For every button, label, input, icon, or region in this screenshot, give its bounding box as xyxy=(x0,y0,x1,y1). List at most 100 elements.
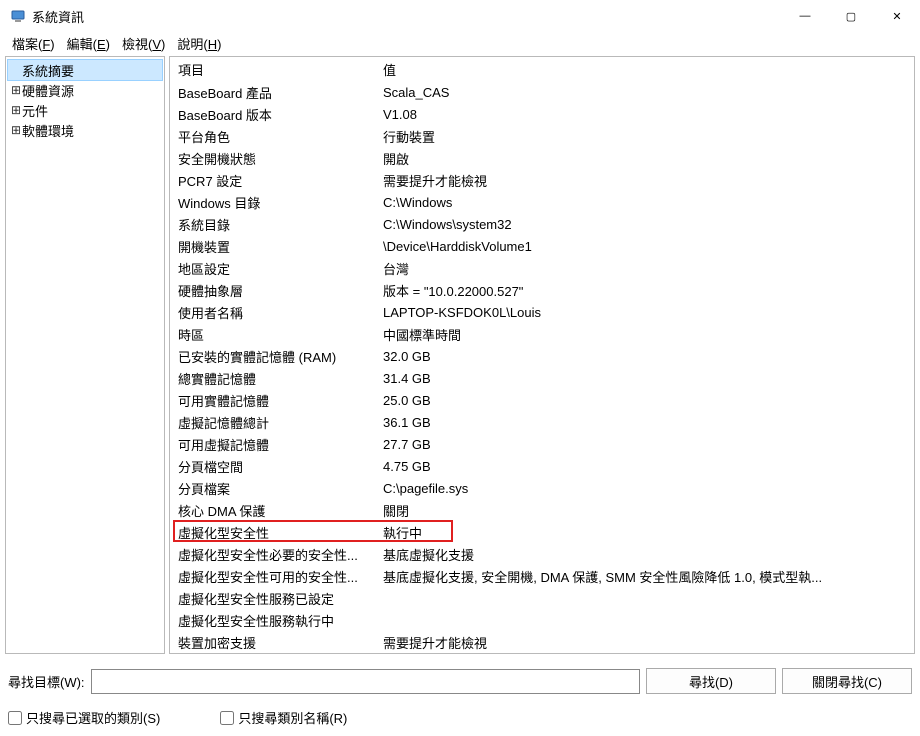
cell-item: 平台角色 xyxy=(170,125,375,148)
list-panel[interactable]: 項目 值 BaseBoard 產品Scala_CASBaseBoard 版本V1… xyxy=(169,56,915,654)
cell-value: 基底虛擬化支援 xyxy=(375,543,914,566)
cell-value: C:\Windows xyxy=(375,193,914,212)
chk-selected-only[interactable]: 只搜尋已選取的類別(S) xyxy=(8,708,160,727)
cell-item: BaseBoard 產品 xyxy=(170,81,375,104)
table-row[interactable]: 可用虛擬記憶體27.7 GB xyxy=(170,433,914,455)
table-row[interactable]: 已安裝的實體記憶體 (RAM)32.0 GB xyxy=(170,345,914,367)
cell-item: 安全開機狀態 xyxy=(170,147,375,170)
menubar: 檔案(F)編輯(E)檢視(V)說明(H) xyxy=(0,32,920,54)
chk-selected-only-box[interactable] xyxy=(8,711,22,725)
cell-item: 硬體抽象層 xyxy=(170,279,375,302)
table-row[interactable]: Windows 目錄C:\Windows xyxy=(170,191,914,213)
cell-value: C:\pagefile.sys xyxy=(375,479,914,498)
tree-item-label: 元件 xyxy=(22,101,48,120)
cell-item: Windows 目錄 xyxy=(170,191,375,214)
cell-value: 需要提升才能檢視 xyxy=(375,169,914,192)
minimize-button[interactable]: — xyxy=(782,0,828,32)
cell-item: 時區 xyxy=(170,323,375,346)
table-row[interactable]: 硬體抽象層版本 = "10.0.22000.527" xyxy=(170,279,914,301)
menu-f[interactable]: 檔案(F) xyxy=(6,33,61,54)
menu-e[interactable]: 編輯(E) xyxy=(61,33,116,54)
table-row[interactable]: 開機裝置\Device\HarddiskVolume1 xyxy=(170,235,914,257)
chk-category-names-box[interactable] xyxy=(220,711,234,725)
cell-value: LAPTOP-KSFDOK0L\Louis xyxy=(375,303,914,322)
tree-item[interactable]: ⊞硬體資源 xyxy=(8,80,162,100)
cell-item: 虛擬化型安全性可用的安全性... xyxy=(170,565,375,588)
cell-value: 32.0 GB xyxy=(375,347,914,366)
tree-panel[interactable]: 系統摘要⊞硬體資源⊞元件⊞軟體環境 xyxy=(5,56,165,654)
search-input[interactable] xyxy=(91,669,640,694)
chk-category-names[interactable]: 只搜尋類別名稱(R) xyxy=(220,708,347,727)
cell-value: V1.08 xyxy=(375,105,914,124)
table-row[interactable]: 可用實體記憶體25.0 GB xyxy=(170,389,914,411)
cell-item: 虛擬化型安全性 xyxy=(170,521,375,544)
tree-item-label: 系統摘要 xyxy=(22,61,74,80)
cell-item: 裝置加密支援 xyxy=(170,631,375,654)
tree-item-label: 硬體資源 xyxy=(22,81,74,100)
table-row[interactable]: 核心 DMA 保護關閉 xyxy=(170,499,914,521)
column-value[interactable]: 值 xyxy=(375,57,914,81)
cell-item: 使用者名稱 xyxy=(170,301,375,324)
close-button[interactable]: ✕ xyxy=(874,0,920,32)
cell-item: 虛擬記憶體總計 xyxy=(170,411,375,434)
cell-item: 偵測到 Hypervisor。將不會顯... xyxy=(170,653,375,654)
table-row[interactable]: 安全開機狀態開啟 xyxy=(170,147,914,169)
cell-item: PCR7 設定 xyxy=(170,169,375,192)
cell-value: 需要提升才能檢視 xyxy=(375,631,914,654)
cell-item: 地區設定 xyxy=(170,257,375,280)
table-row[interactable]: 總實體記憶體31.4 GB xyxy=(170,367,914,389)
table-row[interactable]: 地區設定台灣 xyxy=(170,257,914,279)
find-button[interactable]: 尋找(D) xyxy=(646,668,776,694)
tree-item-label: 軟體環境 xyxy=(22,121,74,140)
table-row[interactable]: BaseBoard 產品Scala_CAS xyxy=(170,81,914,103)
expand-icon[interactable]: ⊞ xyxy=(10,124,22,136)
search-label: 尋找目標(W): xyxy=(8,672,85,691)
menu-h[interactable]: 說明(H) xyxy=(171,33,227,54)
table-row[interactable]: 系統目錄C:\Windows\system32 xyxy=(170,213,914,235)
cell-item: 系統目錄 xyxy=(170,213,375,236)
list-header: 項目 值 xyxy=(170,57,914,81)
cell-item: 開機裝置 xyxy=(170,235,375,258)
menu-v[interactable]: 檢視(V) xyxy=(116,33,171,54)
cell-value: 中國標準時間 xyxy=(375,323,914,346)
cell-value: 25.0 GB xyxy=(375,391,914,410)
cell-value: 基底虛擬化支援, 安全開機, DMA 保護, SMM 安全性風險降低 1.0, … xyxy=(375,565,914,588)
cell-item: 總實體記憶體 xyxy=(170,367,375,390)
cell-value xyxy=(375,618,914,622)
search-footer: 尋找目標(W): 尋找(D) 關閉尋找(C) 只搜尋已選取的類別(S) 只搜尋類… xyxy=(0,660,920,736)
window-title: 系統資訊 xyxy=(32,7,84,26)
table-row[interactable]: BaseBoard 版本V1.08 xyxy=(170,103,914,125)
app-icon xyxy=(10,8,26,24)
cell-value: 台灣 xyxy=(375,257,914,280)
table-row[interactable]: 虛擬化型安全性必要的安全性...基底虛擬化支援 xyxy=(170,543,914,565)
cell-item: 可用實體記憶體 xyxy=(170,389,375,412)
tree-item[interactable]: ⊞元件 xyxy=(8,100,162,120)
table-row[interactable]: 虛擬化型安全性服務已設定 xyxy=(170,587,914,609)
cell-item: 虛擬化型安全性服務已設定 xyxy=(170,587,375,610)
expand-icon[interactable]: ⊞ xyxy=(10,84,22,96)
close-find-button[interactable]: 關閉尋找(C) xyxy=(782,668,912,694)
tree-item[interactable]: 系統摘要 xyxy=(8,60,162,80)
cell-value: Scala_CAS xyxy=(375,83,914,102)
cell-value: 開啟 xyxy=(375,147,914,170)
cell-item: 虛擬化型安全性服務執行中 xyxy=(170,609,375,632)
table-row[interactable]: 虛擬化型安全性執行中 xyxy=(170,521,914,543)
maximize-button[interactable]: ▢ xyxy=(828,0,874,32)
table-row[interactable]: 使用者名稱LAPTOP-KSFDOK0L\Louis xyxy=(170,301,914,323)
table-row[interactable]: 分頁檔案C:\pagefile.sys xyxy=(170,477,914,499)
cell-value: \Device\HarddiskVolume1 xyxy=(375,237,914,256)
cell-value xyxy=(375,596,914,600)
table-row[interactable]: 裝置加密支援需要提升才能檢視 xyxy=(170,631,914,653)
table-row[interactable]: PCR7 設定需要提升才能檢視 xyxy=(170,169,914,191)
column-item[interactable]: 項目 xyxy=(170,57,375,81)
table-row[interactable]: 虛擬化型安全性服務執行中 xyxy=(170,609,914,631)
tree-item[interactable]: ⊞軟體環境 xyxy=(8,120,162,140)
cell-item: 可用虛擬記憶體 xyxy=(170,433,375,456)
table-row[interactable]: 平台角色行動裝置 xyxy=(170,125,914,147)
table-row[interactable]: 虛擬記憶體總計36.1 GB xyxy=(170,411,914,433)
table-row[interactable]: 分頁檔空間4.75 GB xyxy=(170,455,914,477)
cell-item: 虛擬化型安全性必要的安全性... xyxy=(170,543,375,566)
table-row[interactable]: 虛擬化型安全性可用的安全性...基底虛擬化支援, 安全開機, DMA 保護, S… xyxy=(170,565,914,587)
table-row[interactable]: 時區中國標準時間 xyxy=(170,323,914,345)
expand-icon[interactable]: ⊞ xyxy=(10,104,22,116)
